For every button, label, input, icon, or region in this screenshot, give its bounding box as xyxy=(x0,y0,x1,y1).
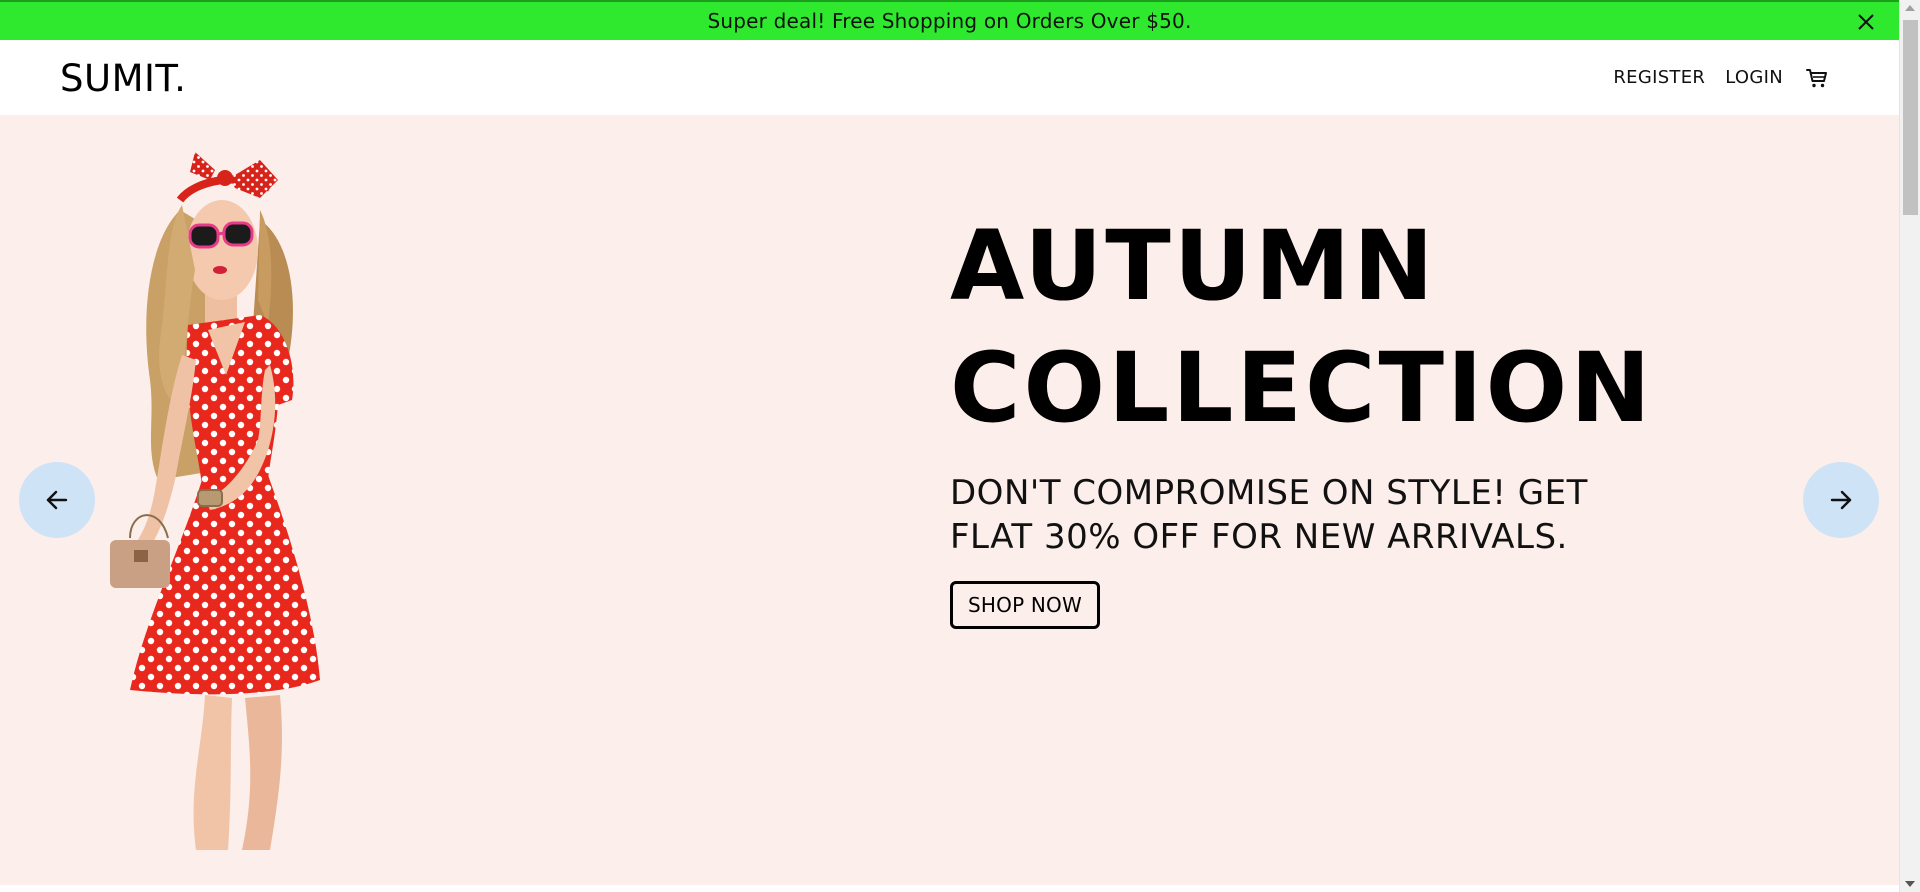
shopping-cart-icon[interactable] xyxy=(1805,66,1829,90)
hero-slider: AUTUMN COLLECTION DON'T COMPROMISE ON ST… xyxy=(0,115,1899,885)
scroll-up-arrow-icon[interactable] xyxy=(1905,5,1915,11)
arrow-right-icon xyxy=(1830,490,1852,510)
slider-prev-button[interactable] xyxy=(19,462,95,538)
hero-subtitle: DON'T COMPROMISE ON STYLE! GET FLAT 30% … xyxy=(950,473,1588,557)
hero-title: AUTUMN COLLECTION xyxy=(950,205,1730,449)
hero-title-line-2: COLLECTION xyxy=(950,332,1654,444)
scroll-down-arrow-icon[interactable] xyxy=(1905,881,1915,887)
hero-content: AUTUMN COLLECTION DON'T COMPROMISE ON ST… xyxy=(950,205,1730,629)
navbar: SUMIT. REGISTER LOGIN xyxy=(0,40,1899,115)
register-link[interactable]: REGISTER xyxy=(1613,67,1705,88)
announcement-text: Super deal! Free Shopping on Orders Over… xyxy=(707,9,1192,33)
login-link[interactable]: LOGIN xyxy=(1725,67,1783,88)
model-in-red-polka-dot-dress xyxy=(110,152,320,850)
nav-links: REGISTER LOGIN xyxy=(1613,66,1829,90)
site-logo[interactable]: SUMIT. xyxy=(60,57,186,100)
close-icon[interactable] xyxy=(1855,11,1877,33)
page-scrollbar[interactable] xyxy=(1899,0,1920,892)
scrollbar-thumb[interactable] xyxy=(1903,20,1918,215)
page: Super deal! Free Shopping on Orders Over… xyxy=(0,0,1920,892)
shop-now-button[interactable]: SHOP NOW xyxy=(950,581,1100,629)
hero-title-line-1: AUTUMN xyxy=(950,210,1437,322)
announcement-bar: Super deal! Free Shopping on Orders Over… xyxy=(0,0,1899,40)
arrow-left-icon xyxy=(46,490,68,510)
slider-next-button[interactable] xyxy=(1803,462,1879,538)
